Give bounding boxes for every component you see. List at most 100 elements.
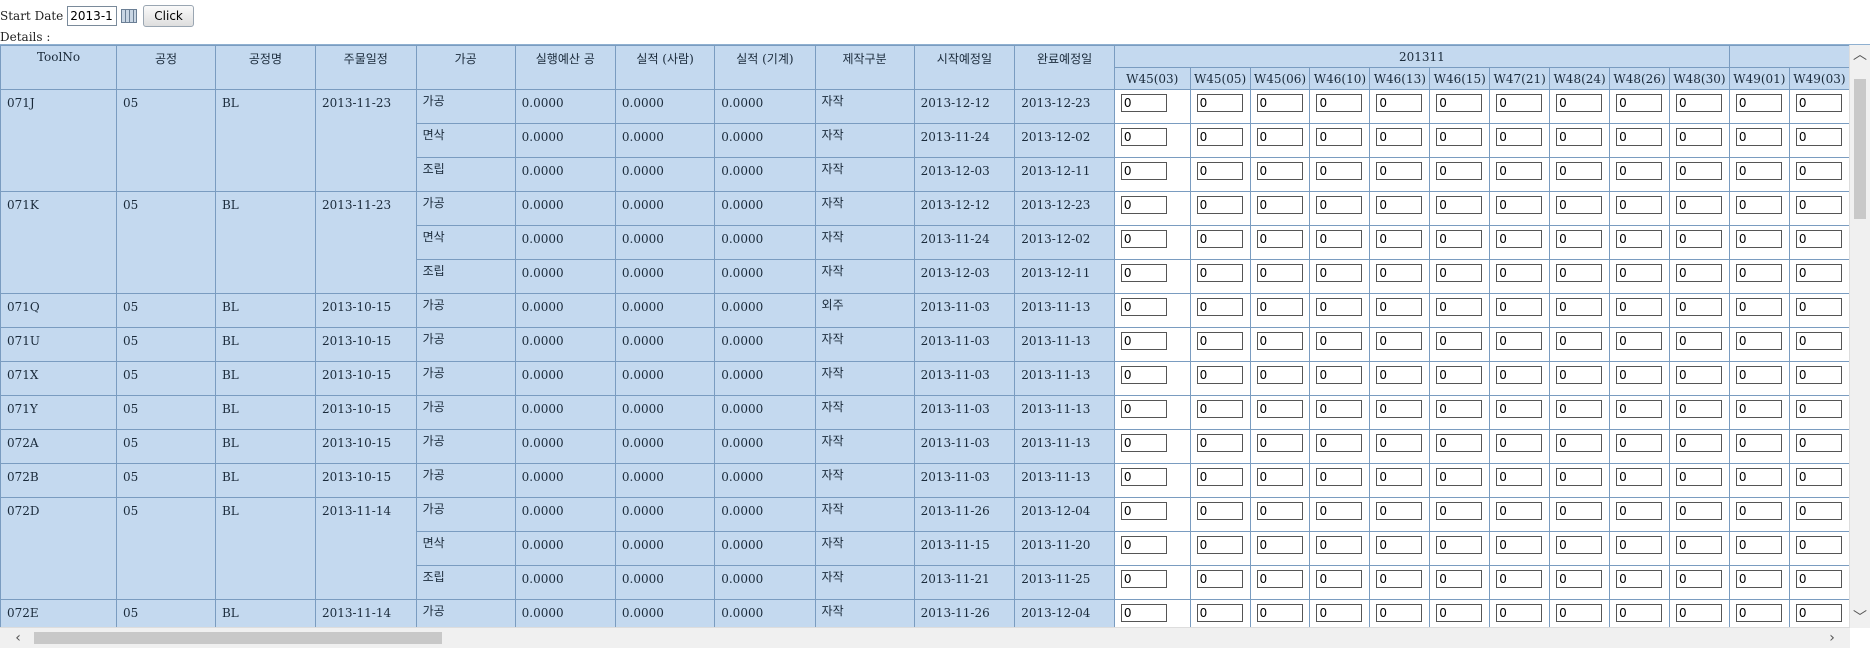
week-quantity-input[interactable]	[1795, 196, 1842, 214]
week-quantity-input[interactable]	[1376, 502, 1423, 520]
week-quantity-input[interactable]	[1496, 128, 1543, 146]
week-quantity-input[interactable]	[1376, 230, 1423, 248]
week-quantity-input[interactable]	[1616, 332, 1663, 350]
week-quantity-input[interactable]	[1496, 366, 1543, 384]
week-quantity-input[interactable]	[1196, 196, 1243, 214]
week-quantity-input[interactable]	[1120, 94, 1167, 112]
week-quantity-input[interactable]	[1436, 162, 1483, 180]
week-quantity-input[interactable]	[1196, 264, 1243, 282]
week-quantity-input[interactable]	[1256, 230, 1303, 248]
week-quantity-input[interactable]	[1735, 162, 1782, 180]
week-quantity-input[interactable]	[1376, 128, 1423, 146]
week-quantity-input[interactable]	[1556, 570, 1603, 588]
week-quantity-input[interactable]	[1316, 230, 1363, 248]
week-quantity-input[interactable]	[1496, 502, 1543, 520]
week-quantity-input[interactable]	[1616, 196, 1663, 214]
week-quantity-input[interactable]	[1196, 502, 1243, 520]
week-quantity-input[interactable]	[1316, 434, 1363, 452]
scroll-right-arrow-icon[interactable]: ›	[1822, 628, 1842, 648]
week-quantity-input[interactable]	[1795, 230, 1842, 248]
week-quantity-input[interactable]	[1316, 94, 1363, 112]
week-quantity-input[interactable]	[1376, 264, 1423, 282]
calendar-icon[interactable]	[121, 9, 138, 23]
week-quantity-input[interactable]	[1735, 196, 1782, 214]
scroll-up-arrow-icon[interactable]: ︿	[1850, 45, 1870, 65]
week-quantity-input[interactable]	[1795, 332, 1842, 350]
week-quantity-input[interactable]	[1735, 570, 1782, 588]
week-quantity-input[interactable]	[1120, 536, 1167, 554]
week-quantity-input[interactable]	[1120, 468, 1167, 486]
week-quantity-input[interactable]	[1256, 264, 1303, 282]
week-quantity-input[interactable]	[1436, 502, 1483, 520]
week-quantity-input[interactable]	[1616, 162, 1663, 180]
week-quantity-input[interactable]	[1256, 570, 1303, 588]
week-quantity-input[interactable]	[1556, 468, 1603, 486]
week-quantity-input[interactable]	[1316, 332, 1363, 350]
week-quantity-input[interactable]	[1376, 366, 1423, 384]
week-quantity-input[interactable]	[1196, 468, 1243, 486]
week-quantity-input[interactable]	[1795, 366, 1842, 384]
week-quantity-input[interactable]	[1556, 94, 1603, 112]
week-quantity-input[interactable]	[1735, 434, 1782, 452]
week-quantity-input[interactable]	[1436, 230, 1483, 248]
week-quantity-input[interactable]	[1196, 400, 1243, 418]
week-quantity-input[interactable]	[1795, 536, 1842, 554]
week-quantity-input[interactable]	[1616, 128, 1663, 146]
week-quantity-input[interactable]	[1795, 570, 1842, 588]
week-quantity-input[interactable]	[1120, 230, 1167, 248]
week-quantity-input[interactable]	[1316, 264, 1363, 282]
week-quantity-input[interactable]	[1735, 400, 1782, 418]
scroll-down-arrow-icon[interactable]: ﹀	[1850, 608, 1870, 628]
week-quantity-input[interactable]	[1735, 366, 1782, 384]
week-quantity-input[interactable]	[1196, 94, 1243, 112]
week-quantity-input[interactable]	[1496, 468, 1543, 486]
week-quantity-input[interactable]	[1616, 468, 1663, 486]
week-quantity-input[interactable]	[1735, 128, 1782, 146]
week-quantity-input[interactable]	[1735, 332, 1782, 350]
week-quantity-input[interactable]	[1196, 162, 1243, 180]
week-quantity-input[interactable]	[1675, 332, 1722, 350]
week-quantity-input[interactable]	[1675, 434, 1722, 452]
week-quantity-input[interactable]	[1795, 434, 1842, 452]
week-quantity-input[interactable]	[1120, 264, 1167, 282]
week-quantity-input[interactable]	[1496, 434, 1543, 452]
week-quantity-input[interactable]	[1675, 230, 1722, 248]
week-quantity-input[interactable]	[1196, 604, 1243, 622]
week-quantity-input[interactable]	[1316, 570, 1363, 588]
week-quantity-input[interactable]	[1120, 332, 1167, 350]
week-quantity-input[interactable]	[1120, 570, 1167, 588]
week-quantity-input[interactable]	[1376, 468, 1423, 486]
week-quantity-input[interactable]	[1675, 196, 1722, 214]
week-quantity-input[interactable]	[1256, 366, 1303, 384]
week-quantity-input[interactable]	[1256, 468, 1303, 486]
week-quantity-input[interactable]	[1436, 468, 1483, 486]
week-quantity-input[interactable]	[1496, 536, 1543, 554]
week-quantity-input[interactable]	[1496, 196, 1543, 214]
week-quantity-input[interactable]	[1616, 400, 1663, 418]
week-quantity-input[interactable]	[1316, 196, 1363, 214]
week-quantity-input[interactable]	[1196, 128, 1243, 146]
week-quantity-input[interactable]	[1376, 332, 1423, 350]
week-quantity-input[interactable]	[1675, 468, 1722, 486]
week-quantity-input[interactable]	[1795, 298, 1842, 316]
week-quantity-input[interactable]	[1675, 570, 1722, 588]
week-quantity-input[interactable]	[1795, 162, 1842, 180]
week-quantity-input[interactable]	[1256, 196, 1303, 214]
week-quantity-input[interactable]	[1376, 94, 1423, 112]
week-quantity-input[interactable]	[1256, 332, 1303, 350]
week-quantity-input[interactable]	[1196, 298, 1243, 316]
week-quantity-input[interactable]	[1496, 230, 1543, 248]
week-quantity-input[interactable]	[1376, 196, 1423, 214]
week-quantity-input[interactable]	[1316, 128, 1363, 146]
week-quantity-input[interactable]	[1735, 502, 1782, 520]
horizontal-scrollbar[interactable]: ‹ ›	[0, 627, 1850, 648]
week-quantity-input[interactable]	[1436, 604, 1483, 622]
week-quantity-input[interactable]	[1436, 332, 1483, 350]
vertical-scroll-thumb[interactable]	[1854, 79, 1866, 219]
week-quantity-input[interactable]	[1120, 400, 1167, 418]
week-quantity-input[interactable]	[1376, 434, 1423, 452]
week-quantity-input[interactable]	[1496, 604, 1543, 622]
week-quantity-input[interactable]	[1795, 468, 1842, 486]
week-quantity-input[interactable]	[1436, 196, 1483, 214]
week-quantity-input[interactable]	[1616, 434, 1663, 452]
